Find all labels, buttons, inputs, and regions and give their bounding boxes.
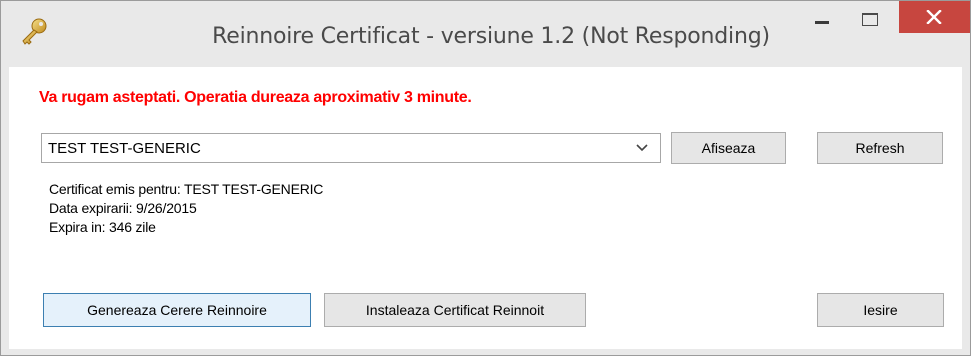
issued-for-label: Certificat emis pentru: TEST TEST-GENERI… — [49, 181, 324, 197]
show-button[interactable]: Afiseaza — [671, 132, 786, 164]
key-icon — [22, 18, 47, 45]
maximize-icon — [862, 13, 878, 26]
expiry-date-label: Data expirarii: 9/26/2015 — [49, 200, 197, 216]
refresh-button[interactable]: Refresh — [817, 132, 943, 164]
minimize-button[interactable] — [801, 1, 845, 35]
app-window: Reinnoire Certificat - versiune 1.2 (Not… — [0, 0, 971, 356]
exit-button[interactable]: Iesire — [817, 293, 944, 327]
close-icon — [926, 10, 942, 24]
maximize-button[interactable] — [849, 1, 893, 35]
minimize-icon — [815, 21, 829, 24]
close-button[interactable] — [899, 1, 970, 33]
warning-message: Va rugam asteptati. Operatia dureaza apr… — [39, 89, 472, 106]
expires-in-label: Expira in: 346 zile — [49, 219, 156, 235]
generate-renewal-button[interactable]: Genereaza Cerere Reinnoire — [43, 293, 311, 327]
chevron-down-icon[interactable] — [636, 143, 648, 153]
certificate-select-value: TEST TEST-GENERIC — [48, 140, 201, 157]
window-title: Reinnoire Certificat - versiune 1.2 (Not… — [212, 24, 770, 49]
title-bar[interactable]: Reinnoire Certificat - versiune 1.2 (Not… — [1, 1, 970, 67]
install-certificate-button[interactable]: Instaleaza Certificat Reinnoit — [324, 293, 586, 327]
certificate-select[interactable]: TEST TEST-GENERIC — [41, 133, 661, 163]
